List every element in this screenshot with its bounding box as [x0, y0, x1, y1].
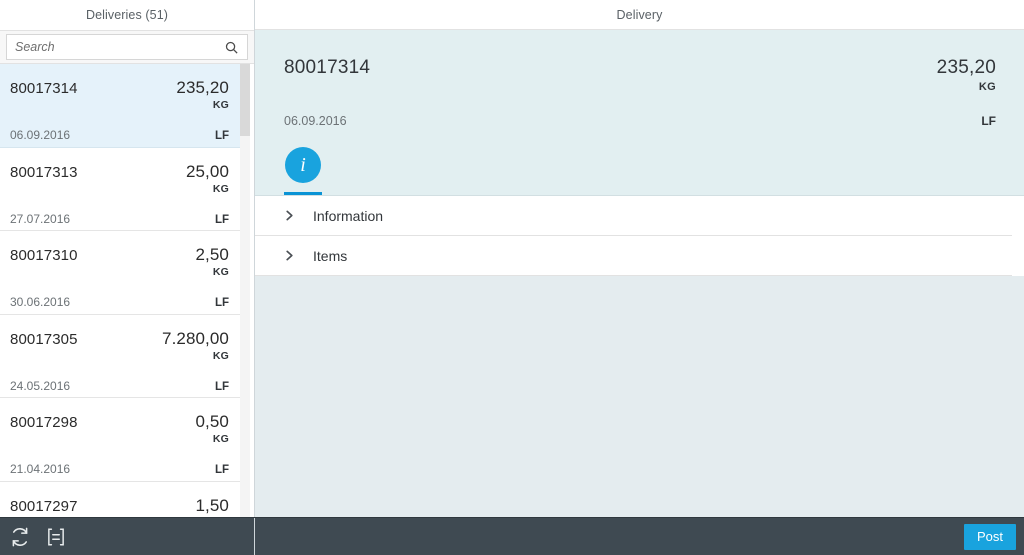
refresh-icon[interactable] — [9, 526, 31, 548]
delivery-date: 24.05.2016 — [10, 378, 71, 393]
delivery-code: LF — [214, 380, 229, 393]
delivery-unit: KG — [212, 182, 229, 195]
object-title: 80017314 — [284, 57, 371, 78]
section-label: Information — [313, 207, 384, 224]
list-item-bottom: 24.05.2016 LF — [10, 379, 229, 393]
deliveries-list: 80017314 235,20 KG 06.09.2016 LF 80017313 25,0… — [0, 64, 241, 555]
object-header-top: 80017314 235,20 KG — [284, 57, 996, 93]
master-header: Deliveries (51) — [0, 0, 254, 30]
delivery-quantity-group: 7.280,00 KG — [162, 329, 229, 362]
list-item-top: 80017310 2,50 KG — [10, 245, 229, 278]
object-quantity: 235,20 — [936, 57, 996, 78]
list-item-top: 80017314 235,20 KG — [10, 78, 229, 111]
list-item[interactable]: 80017314 235,20 KG 06.09.2016 LF — [0, 64, 241, 148]
delivery-unit: KG — [212, 349, 229, 362]
toolbar-right-group: Post — [255, 518, 1024, 555]
search-icon[interactable] — [224, 40, 239, 55]
list-item-top: 80017305 7.280,00 KG — [10, 329, 229, 362]
object-date: 06.09.2016 — [284, 114, 347, 128]
detail-sections: Information Items — [255, 196, 1024, 276]
list-item-bottom: 06.09.2016 LF — [10, 128, 229, 142]
search-input[interactable] — [15, 40, 224, 54]
app-root: Deliveries (51) 80017314 235,20 KG 06.09.20… — [0, 0, 1024, 555]
delivery-date: 21.04.2016 — [10, 462, 71, 476]
list-item[interactable]: 80017305 7.280,00 KG 24.05.2016 LF — [0, 314, 241, 398]
delivery-date: 06.09.2016 — [10, 128, 71, 142]
list-item-top: 80017298 0,50 KG — [10, 412, 229, 445]
list-item[interactable]: 80017310 2,50 KG 30.06.2016 LF — [0, 231, 241, 315]
search-bar — [0, 30, 254, 64]
master-header-title: Deliveries (51) — [85, 8, 169, 22]
object-header: 80017314 235,20 KG 06.09.2016 LF — [255, 30, 1024, 128]
tab-information[interactable]: i — [284, 147, 322, 195]
toolbar-left-group — [0, 518, 255, 555]
delivery-quantity-group: 25,00 KG — [186, 162, 229, 195]
list-item-bottom: 21.04.2016 LF — [10, 462, 229, 476]
object-code: LF — [981, 114, 996, 128]
list-scrollbar-thumb[interactable] — [240, 64, 250, 136]
delivery-code: LF — [214, 213, 229, 226]
list-scrollbar-track[interactable] — [240, 64, 250, 555]
delivery-id: 80017314 — [10, 80, 78, 97]
object-quantity-group: 235,20 KG — [937, 57, 996, 93]
delivery-code: LF — [214, 297, 229, 309]
icon-tab-bar: i — [255, 128, 1024, 196]
master-pane: Deliveries (51) 80017314 235,20 KG 06.09.20… — [0, 0, 255, 555]
list-item-top: 80017313 25,00 KG — [10, 162, 229, 195]
chevron-right-icon[interactable] — [284, 250, 295, 261]
detail-header-title: Delivery — [616, 7, 663, 22]
tab-selected-indicator — [284, 192, 322, 195]
delivery-id: 80017298 — [10, 414, 78, 431]
object-header-sub: 06.09.2016 LF — [284, 114, 996, 128]
section-row[interactable]: Information — [255, 196, 1012, 236]
delivery-quantity: 0,50 — [195, 412, 229, 431]
detail-header: Delivery — [255, 0, 1024, 30]
detail-pane: Delivery 80017314 235,20 KG 06.09.2016 L… — [255, 0, 1024, 555]
delivery-quantity: 7.280,00 — [162, 328, 229, 348]
delivery-quantity: 235,20 — [176, 78, 229, 97]
delivery-quantity: 25,00 — [185, 161, 229, 181]
delivery-id: 80017310 — [10, 247, 78, 264]
delivery-unit: KG — [212, 99, 229, 111]
search-box[interactable] — [6, 34, 248, 60]
list-item-bottom: 30.06.2016 LF — [10, 295, 229, 309]
chevron-right-icon[interactable] — [284, 210, 295, 221]
delivery-code: LF — [214, 464, 229, 476]
object-unit: KG — [978, 81, 996, 93]
delivery-unit: KG — [212, 266, 229, 278]
section-row[interactable]: Items — [255, 236, 1012, 276]
section-label: Items — [313, 247, 348, 264]
list-item[interactable]: 80017298 0,50 KG 21.04.2016 LF — [0, 398, 241, 482]
delivery-quantity-group: 235,20 KG — [176, 78, 229, 111]
bottom-toolbar: Post — [0, 517, 1024, 555]
delivery-unit: KG — [212, 433, 229, 445]
delivery-quantity-group: 0,50 KG — [196, 412, 230, 445]
delivery-quantity: 1,50 — [195, 495, 229, 515]
post-button[interactable]: Post — [964, 523, 1016, 550]
info-icon[interactable]: i — [285, 147, 321, 183]
delivery-id: 80017305 — [10, 330, 78, 348]
delivery-quantity-group: 2,50 KG — [196, 245, 230, 278]
delivery-id: 80017297 — [10, 497, 78, 515]
list-view-icon[interactable] — [45, 526, 67, 548]
list-item-bottom: 27.07.2016 LF — [10, 212, 229, 226]
delivery-date: 27.07.2016 — [10, 211, 71, 226]
delivery-date: 30.06.2016 — [10, 295, 71, 309]
detail-empty-area — [255, 276, 1024, 555]
list-item[interactable]: 80017313 25,00 KG 27.07.2016 LF — [0, 147, 241, 231]
delivery-quantity: 2,50 — [195, 245, 229, 264]
deliveries-list-container: 80017314 235,20 KG 06.09.2016 LF 80017313 25,0… — [0, 64, 254, 555]
delivery-id: 80017313 — [10, 163, 78, 181]
delivery-code: LF — [214, 130, 229, 142]
